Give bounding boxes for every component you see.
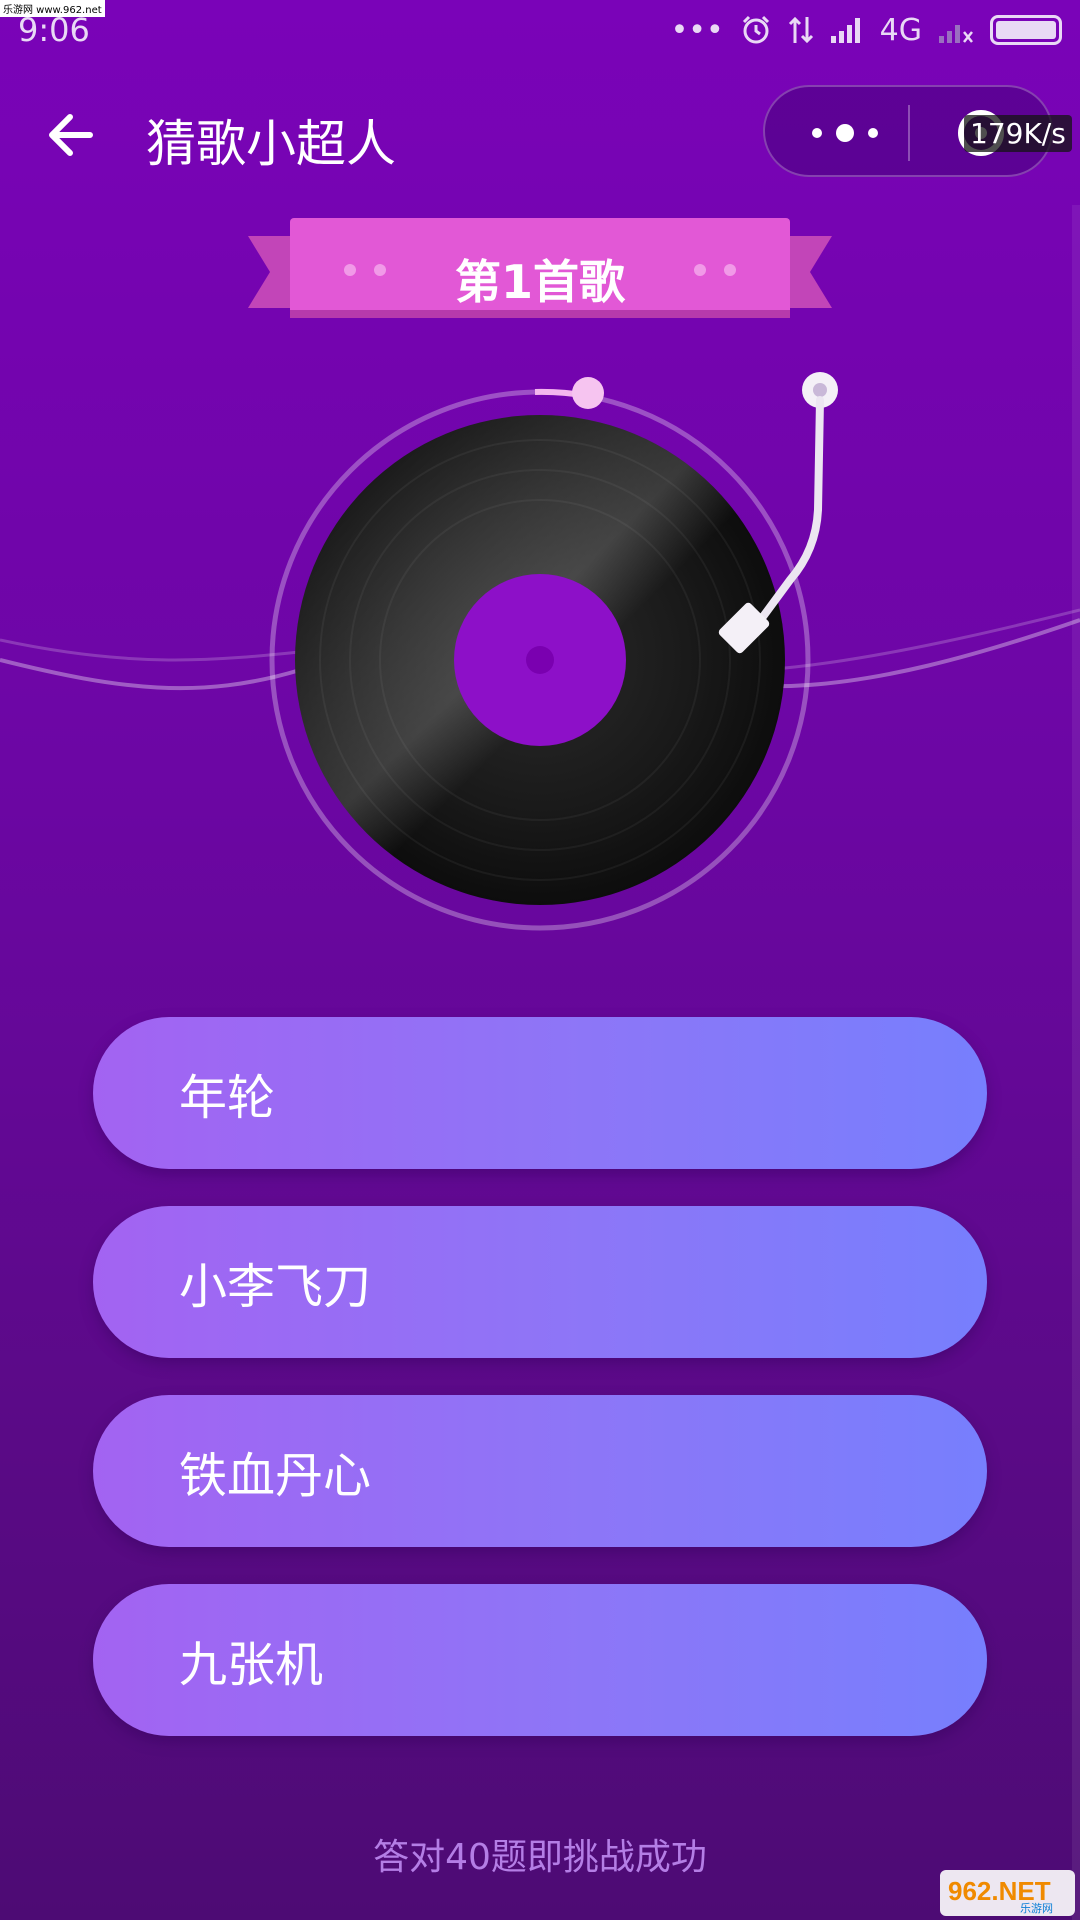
back-arrow-icon[interactable]: [40, 102, 106, 168]
song-number-banner: 第1首歌: [248, 218, 832, 324]
answer-option-4[interactable]: 九张机: [93, 1584, 987, 1736]
status-icons: ••• 4G: [671, 13, 1062, 48]
scrollbar[interactable]: [1072, 205, 1080, 1920]
capsule-divider: [908, 105, 910, 161]
answer-option-1[interactable]: 年轮: [93, 1017, 987, 1169]
watermark-label: 乐游网 www.962.net: [0, 0, 105, 17]
overflow-dots: •••: [670, 12, 724, 48]
alarm-icon: [742, 15, 769, 44]
status-bar: 9:06 ••• 4G: [0, 0, 1080, 60]
battery-icon: [990, 15, 1062, 45]
page-title: 猜歌小超人: [146, 115, 396, 173]
answer-option-3[interactable]: 铁血丹心: [93, 1395, 987, 1547]
record-spindle: [526, 646, 554, 674]
answer-option-label: 九张机: [179, 1637, 324, 1693]
site-logo-icon: 962.NET 乐游网: [940, 1870, 1075, 1916]
song-number-label: 第1首歌: [454, 255, 625, 309]
challenge-tip: 答对40题即挑战成功: [373, 1837, 707, 1878]
answer-option-label: 铁血丹心: [179, 1448, 372, 1504]
network-label: 4G: [879, 12, 922, 48]
answer-option-2[interactable]: 小李飞刀: [93, 1206, 987, 1358]
nav-header: 猜歌小超人: [0, 80, 1080, 190]
progress-knob: [572, 377, 604, 409]
network-speed-badge: 179K/s: [964, 115, 1072, 152]
answer-option-label: 年轮: [179, 1070, 276, 1126]
logo-subtext: 乐游网: [1020, 1902, 1053, 1915]
signal-weak-icon: [939, 25, 973, 43]
record-player: [0, 372, 1080, 931]
more-dots-icon[interactable]: [805, 115, 885, 151]
data-transfer-icon: [788, 16, 813, 44]
signal-icon: [830, 18, 860, 43]
answer-option-label: 小李飞刀: [179, 1259, 372, 1315]
